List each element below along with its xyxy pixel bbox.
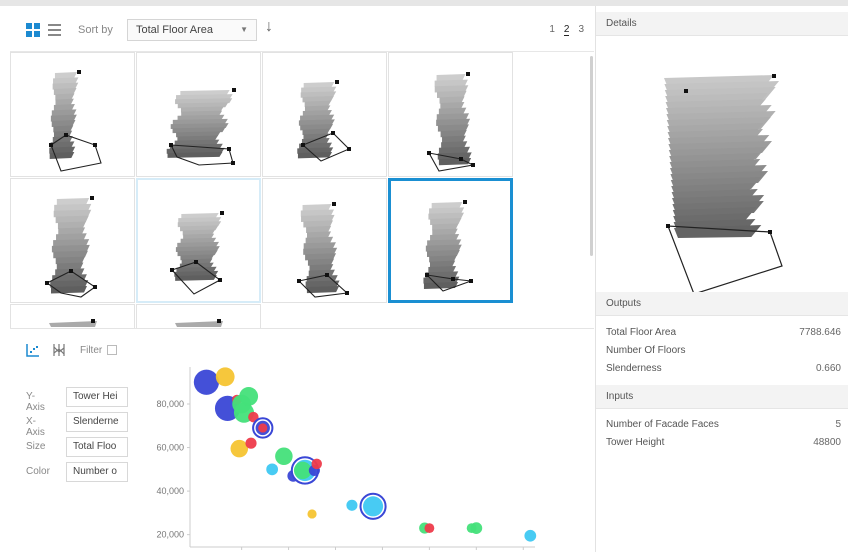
data-point[interactable] — [239, 386, 259, 406]
data-point[interactable] — [215, 367, 235, 387]
page-link-3[interactable]: 3 — [578, 24, 584, 35]
design-thumbnail[interactable] — [262, 52, 387, 177]
gallery-scrollbar[interactable] — [590, 56, 593, 256]
y-tick-label: 80,000 — [156, 399, 184, 409]
output-slenderness: Slenderness 0.660 — [606, 363, 841, 379]
design-thumbnail[interactable] — [136, 178, 261, 303]
list-view-icon[interactable] — [48, 23, 62, 37]
sort-by-value: Total Floor Area — [136, 24, 214, 36]
output-value: 7788.646 — [799, 327, 841, 338]
data-point[interactable] — [307, 509, 317, 519]
output-name: Slenderness — [606, 363, 662, 374]
details-header: Details — [596, 12, 848, 36]
y-axis-select[interactable]: Tower Hei — [66, 387, 128, 407]
design-thumbnail-grid — [10, 52, 594, 328]
gallery-toolbar: Sort by Total Floor Area ▼ ↓ 123 — [10, 6, 594, 52]
sort-by-select[interactable]: Total Floor Area ▼ — [127, 19, 257, 41]
input-value: 48800 — [813, 437, 841, 448]
data-point[interactable] — [275, 447, 293, 466]
tower-model-image — [49, 319, 97, 327]
details-pane: Details Outputs Total Floor Area 7788.64… — [595, 6, 848, 552]
data-point[interactable] — [311, 458, 322, 470]
chart-panel: Filter Y-Axis Tower Hei X-Axis Slenderne… — [10, 328, 594, 552]
design-thumbnail[interactable] — [388, 52, 513, 177]
grid-view-icon[interactable] — [26, 23, 40, 37]
tower-model-image — [175, 319, 223, 327]
tower-model-image — [423, 200, 473, 292]
outputs-header: Outputs — [596, 292, 848, 316]
y-tick-label: 60,000 — [156, 443, 184, 453]
data-point[interactable] — [193, 369, 220, 395]
output-name: Total Floor Area — [606, 327, 677, 338]
design-thumbnail[interactable] — [10, 178, 135, 303]
design-thumbnail[interactable] — [136, 52, 261, 177]
y-tick-label: 40,000 — [156, 486, 184, 496]
design-explorer-pane: Sort by Total Floor Area ▼ ↓ 123 Filter … — [10, 6, 594, 552]
input-facade-faces: Number of Facade Faces 5 — [606, 419, 841, 435]
data-point[interactable] — [346, 499, 358, 511]
size-label: Size — [26, 441, 46, 452]
data-point[interactable] — [363, 496, 384, 517]
tower-model-image — [45, 196, 97, 298]
design-thumbnail[interactable] — [136, 304, 261, 328]
output-name: Number Of Floors — [606, 345, 686, 356]
input-name: Tower Height — [606, 437, 665, 448]
color-label: Color — [26, 466, 50, 477]
selected-design-preview — [664, 74, 783, 292]
design-thumbnail[interactable] — [262, 178, 387, 303]
y-axis-label: Y-Axis — [26, 391, 45, 413]
x-axis-select[interactable]: Slenderne — [66, 412, 128, 432]
output-number-of-floors: Number Of Floors — [606, 345, 841, 361]
design-thumbnail[interactable] — [388, 178, 513, 303]
x-axis-label: X-Axis — [26, 416, 45, 438]
filter-label: Filter — [80, 345, 103, 356]
data-point[interactable] — [230, 439, 249, 458]
tower-model-image — [297, 202, 349, 298]
data-point[interactable] — [466, 523, 477, 534]
data-point[interactable] — [524, 529, 537, 542]
output-total-floor-area: Total Floor Area 7788.646 — [606, 327, 841, 343]
data-point[interactable] — [266, 463, 279, 476]
input-tower-height: Tower Height 48800 — [606, 437, 841, 453]
data-point[interactable] — [258, 423, 268, 433]
y-tick-label: 20,000 — [156, 530, 184, 540]
data-point[interactable] — [245, 437, 257, 449]
scatter-plot-icon[interactable] — [26, 343, 40, 357]
data-point[interactable] — [293, 461, 312, 480]
tower-model-image — [166, 88, 236, 166]
sort-by-label: Sort by — [78, 24, 113, 36]
tower-model-image — [170, 211, 224, 295]
scatter-plot[interactable]: 20,00040,00060,00080,0000.40.60.811.21.4… — [130, 359, 540, 552]
tower-model-image — [49, 70, 102, 172]
inputs-header: Inputs — [596, 385, 848, 409]
input-name: Number of Facade Faces — [606, 419, 719, 430]
color-select[interactable]: Number o — [66, 462, 128, 482]
parallel-coordinates-icon[interactable] — [52, 343, 66, 357]
pagination: 123 — [540, 24, 584, 36]
data-point[interactable] — [424, 523, 435, 534]
filter-checkbox[interactable] — [107, 345, 117, 355]
sort-direction-icon[interactable]: ↓ — [265, 18, 273, 36]
chevron-down-icon: ▼ — [240, 25, 248, 34]
tower-model-image — [427, 72, 475, 172]
page-link-1[interactable]: 1 — [549, 24, 555, 35]
tower-model-image — [297, 80, 351, 162]
input-value: 5 — [835, 419, 841, 430]
design-thumbnail[interactable] — [10, 304, 135, 328]
design-thumbnail[interactable] — [10, 52, 135, 177]
output-value: 0.660 — [815, 363, 841, 374]
page-link-2[interactable]: 2 — [563, 24, 570, 36]
size-select[interactable]: Total Floo — [66, 437, 128, 457]
